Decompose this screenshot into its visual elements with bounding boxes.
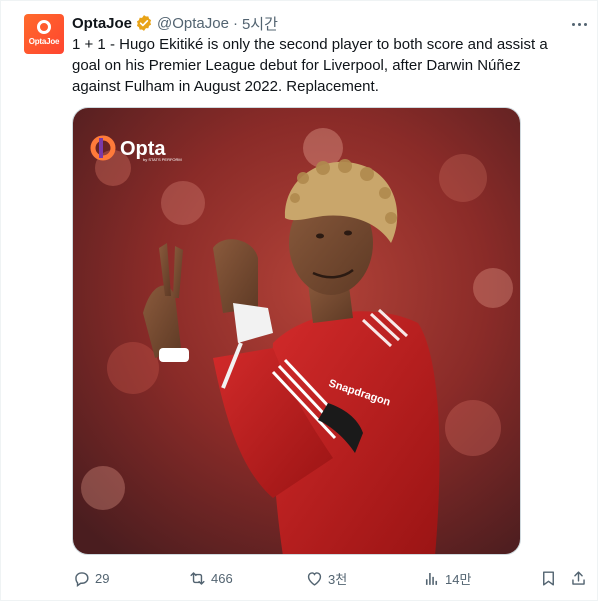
- views-count: 14만: [445, 571, 472, 587]
- like-icon: [307, 571, 322, 586]
- tweet-body: 1 + 1 - Hugo Ekitiké is only the second …: [72, 36, 548, 95]
- opta-logo-icon: [37, 20, 51, 34]
- tweet-text: 1 + 1 - Hugo Ekitiké is only the second …: [72, 34, 562, 97]
- views-icon: [425, 572, 438, 585]
- reply-icon: [75, 571, 89, 587]
- repost-count: 466: [211, 570, 233, 586]
- repost-button[interactable]: 466: [188, 566, 233, 590]
- views-button[interactable]: 14만: [422, 566, 471, 590]
- share-button[interactable]: [569, 566, 592, 590]
- author-handle[interactable]: @OptaJoe: [157, 15, 229, 32]
- reply-button[interactable]: 29: [72, 566, 109, 590]
- repost-icon: [190, 571, 205, 585]
- timestamp[interactable]: 5시간: [242, 13, 278, 34]
- separator-dot: ·: [232, 14, 238, 32]
- player-photo: Opta by STATS PERFORM Snapdragon: [73, 108, 520, 554]
- share-icon: [572, 570, 585, 585]
- like-count: 3천: [328, 571, 348, 587]
- author-name[interactable]: OptaJoe: [72, 15, 132, 32]
- bookmark-button[interactable]: [539, 566, 562, 590]
- avatar[interactable]: OptaJoe: [24, 14, 64, 54]
- like-button[interactable]: 3천: [305, 566, 347, 590]
- reply-count: 29: [95, 570, 110, 586]
- tweet-header: OptaJoe @OptaJoe · 5시간: [72, 13, 278, 33]
- tweet-media-photo[interactable]: Opta by STATS PERFORM Snapdragon: [72, 107, 521, 555]
- action-bar: 29 466 3천 14만: [72, 566, 592, 590]
- verified-badge-icon[interactable]: [135, 14, 153, 32]
- avatar-text: OptaJoe: [28, 37, 60, 46]
- more-icon[interactable]: [566, 14, 592, 34]
- opta-logo-sub: by STATS PERFORM: [143, 157, 182, 162]
- bookmark-icon: [543, 570, 554, 586]
